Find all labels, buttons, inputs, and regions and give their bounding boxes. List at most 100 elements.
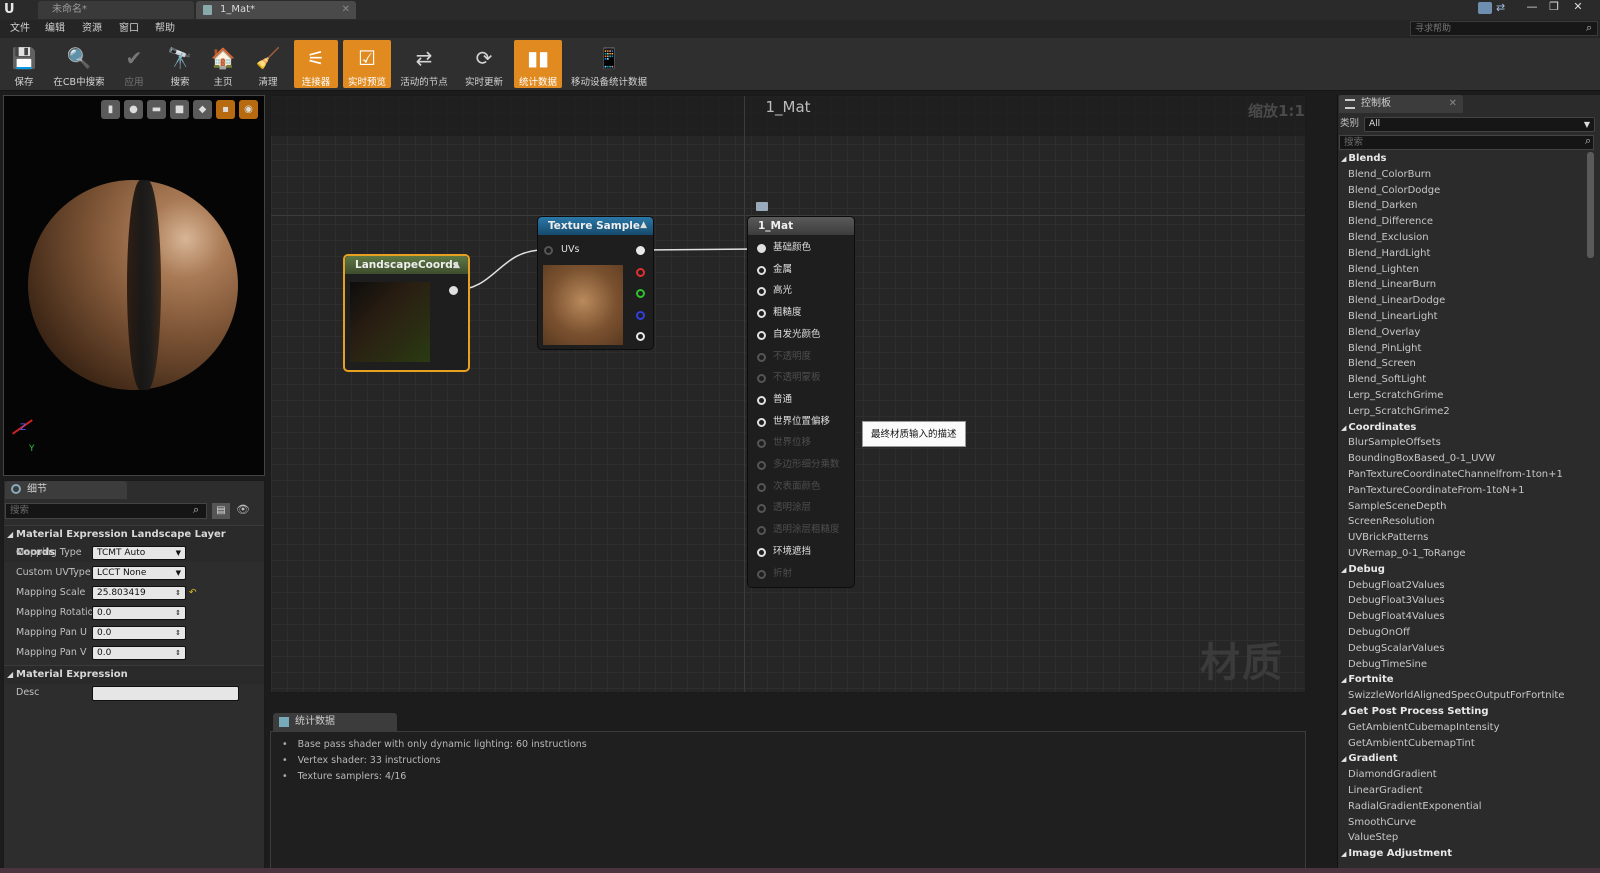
material-input-label: 透明涂层粗糙度 [773,524,840,536]
material-input-label: 世界位移 [773,437,812,449]
collapse-arrow-icon: ◢ [1341,155,1347,163]
texture-output-pin-0[interactable] [636,246,645,255]
collapse-arrow-icon: ◢ [1341,850,1347,859]
material-input-pin [757,461,766,470]
palette-category-label: Fortnite [1348,674,1394,686]
palette-category[interactable]: ◢ Blends [1341,151,1386,167]
material-input-label: 透明涂层 [773,502,812,514]
palette-category[interactable]: ◢ Get Post Process Setting [1341,704,1489,720]
palette-category[interactable]: ◢ Gradient [1341,751,1398,767]
pin-tooltip: 最终材质输入的描述 [862,421,966,447]
palette-item[interactable]: ValueStep [1348,830,1398,845]
palette-item[interactable]: Blend_PinLight [1348,341,1421,356]
palette-category[interactable]: ◢ Debug [1341,562,1385,578]
palette-item[interactable]: Blend_Difference [1348,214,1433,229]
palette-item[interactable]: BoundingBoxBased_0-1_UVW [1348,451,1495,466]
palette-category[interactable]: ◢ Image Adjustment [1341,846,1452,862]
palette-item[interactable]: Blend_LinearBurn [1348,277,1436,292]
landscape-coords-node[interactable]: LandscapeCoords ▲ [343,254,470,372]
stats-tab-label: 统计数据 [295,716,335,727]
palette-category-label: Debug [1348,563,1385,575]
collapse-node-icon[interactable]: ▲ [640,220,647,230]
palette-item[interactable]: DebugFloat3Values [1348,593,1445,608]
palette-item[interactable]: ScreenResolution [1348,514,1435,529]
palette-search-input[interactable]: 搜索 [1339,135,1594,150]
material-input-label: 基础颜色 [773,242,812,253]
palette-item[interactable]: Blend_HardLight [1348,246,1430,261]
palette-item[interactable]: SmoothCurve [1348,815,1416,830]
palette-item[interactable]: SwizzleWorldAlignedSpecOutputForFortnite [1348,688,1564,703]
material-input-label: 次表面颜色 [773,480,821,492]
collapse-arrow-icon: ◢ [1341,708,1347,716]
material-input-pin[interactable] [757,287,766,297]
material-input-pin[interactable] [757,244,766,253]
close-icon[interactable]: ✕ [1449,95,1457,113]
palette-item[interactable]: DebugFloat4Values [1348,609,1445,624]
palette-item[interactable]: SampleSceneDepth [1348,499,1446,514]
palette-category[interactable]: ◢ Fortnite [1341,672,1394,688]
material-input-pin [757,482,766,492]
material-result-node[interactable]: 1_Mat 基础颜色 金属 高光 粗糙度 自发光颜色 不透明度 不透明蒙板 普通 世界位置偏移世… [747,216,855,588]
palette-item[interactable]: Lerp_ScratchGrime [1348,388,1443,403]
palette-item[interactable]: UVBrickPatterns [1348,530,1428,545]
texture-output-pin-2[interactable] [636,289,645,298]
palette-item[interactable]: UVRemap_0-1_ToRange [1348,546,1466,561]
material-input-pin[interactable] [757,330,766,340]
texture-output-pin-1[interactable] [636,267,645,277]
texture-output-pin-4[interactable] [636,332,645,341]
palette-item[interactable]: Blend_SoftLight [1348,372,1426,387]
palette-item[interactable]: DebugFloat2Values [1348,578,1445,593]
landscape-coords-preview [350,282,430,362]
node-title: Texture Sample [538,217,653,235]
texture-output-pin-3[interactable] [636,310,645,320]
palette-scrollbar[interactable] [1587,152,1594,258]
palette-item[interactable]: Blend_LinearDodge [1348,293,1445,308]
material-input-pin[interactable] [757,547,766,557]
palette-item[interactable]: Blend_Lighten [1348,262,1419,277]
palette-item[interactable]: DebugOnOff [1348,625,1410,640]
palette-item[interactable]: Blend_Screen [1348,356,1416,371]
palette-item[interactable]: DebugScalarValues [1348,641,1445,656]
comment-bubble-icon[interactable] [756,202,768,211]
material-input-pin[interactable] [757,395,766,405]
node-title: 1_Mat [748,217,854,235]
wire-texture-to-basecolor [643,248,758,251]
palette-item[interactable]: Blend_Exclusion [1348,230,1429,245]
category-select-value: All [1369,119,1381,129]
category-select[interactable]: All ▼ [1364,117,1595,132]
palette-item[interactable]: PanTextureCoordinateChannelfrom-1ton+1 [1348,467,1563,482]
palette-category-label: Coordinates [1348,421,1417,433]
material-input-pin[interactable] [757,309,766,319]
palette-item[interactable]: GetAmbientCubemapTint [1348,736,1475,751]
palette-item[interactable]: DiamondGradient [1348,767,1437,782]
stats-tab[interactable]: 统计数据 [273,713,397,731]
palette-item[interactable]: LinearGradient [1348,783,1423,798]
palette-item[interactable]: Blend_Darken [1348,198,1417,213]
palette-item[interactable]: Blend_ColorDodge [1348,183,1440,198]
palette-item[interactable]: BlurSampleOffsets [1348,435,1441,450]
texture-sample-node[interactable]: Texture Sample ▲ UVs [537,216,654,350]
palette-item[interactable]: RadialGradientExponential [1348,799,1482,814]
uvs-input-pin[interactable] [544,246,553,255]
material-input-label: 世界位置偏移 [773,415,831,427]
landscape-output-pin[interactable] [449,286,458,295]
palette-item[interactable]: PanTextureCoordinateFrom-1toN+1 [1348,483,1524,498]
palette-item[interactable]: Blend_Overlay [1348,325,1420,340]
palette-tab[interactable]: 控制板 ✕ [1339,95,1463,113]
material-input-label: 不透明蒙板 [773,372,821,384]
node-title: LandscapeCoords [345,256,468,274]
palette-item[interactable]: Blend_LinearLight [1348,309,1438,324]
material-input-pin[interactable] [757,265,766,275]
material-input-pin[interactable] [757,417,766,427]
stat-line: Texture samplers: 4/16 [282,769,407,785]
palette-item[interactable]: GetAmbientCubemapIntensity [1348,720,1500,735]
collapse-node-icon[interactable]: ▲ [453,260,460,270]
material-input-pin [757,374,766,384]
palette-category[interactable]: ◢ Coordinates [1341,420,1416,436]
palette-item[interactable]: Blend_ColorBurn [1348,167,1431,182]
texture-preview [543,265,623,345]
palette-item[interactable]: DebugTimeSine [1348,657,1427,672]
palette-item[interactable]: Lerp_ScratchGrime2 [1348,404,1450,419]
palette-category-label: Blends [1348,153,1387,164]
material-input-label: 不透明度 [773,350,812,362]
